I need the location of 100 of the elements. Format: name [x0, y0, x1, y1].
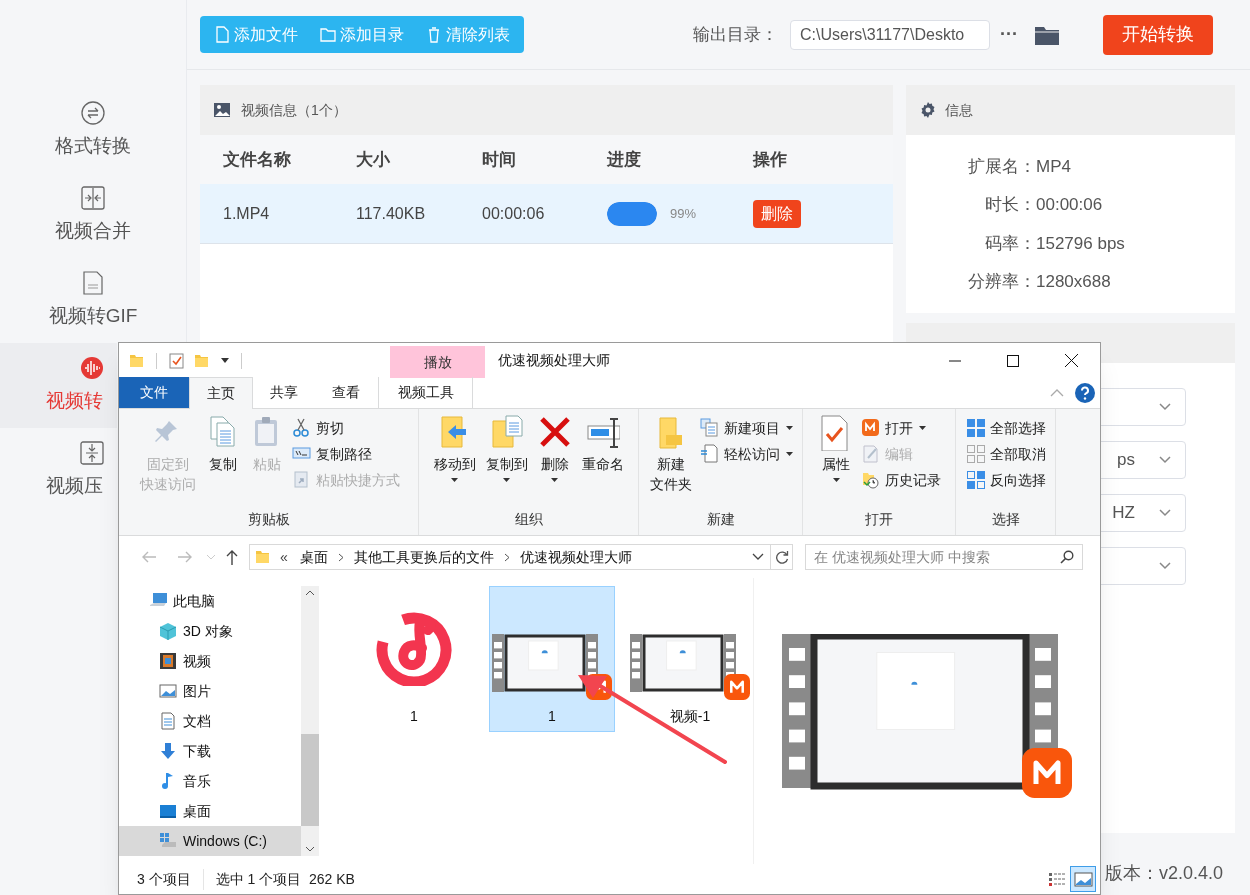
- field-value: MP4: [1036, 155, 1071, 178]
- desktop-icon: [159, 802, 177, 820]
- ribbon-button[interactable]: 复制到: [483, 415, 530, 482]
- ribbon-button[interactable]: 全部取消: [965, 443, 1046, 465]
- scrollbar[interactable]: [301, 586, 319, 856]
- nav-item[interactable]: 音乐: [119, 766, 301, 796]
- back-arrow-icon: [141, 550, 157, 564]
- ribbon-tab[interactable]: 视频工具: [378, 377, 473, 408]
- ribbon-button[interactable]: 剪切: [291, 417, 400, 439]
- ribbon-tab[interactable]: 共享: [253, 377, 315, 408]
- ribbon-button[interactable]: 重命名: [579, 415, 626, 474]
- compress-icon: [79, 440, 105, 467]
- output-dir-label: 输出目录：: [693, 23, 778, 46]
- sidebar-item[interactable]: 视频压: [0, 428, 117, 513]
- ribbon-button[interactable]: 复制: [203, 415, 242, 474]
- search-field[interactable]: 在 优速视频处理大师 中搜索: [805, 544, 1083, 570]
- folder-icon: [320, 26, 336, 43]
- chevron-down-icon: [1159, 403, 1171, 411]
- rename-icon: [585, 415, 620, 451]
- panel-title: 信息: [945, 100, 973, 120]
- refresh-button[interactable]: [771, 544, 793, 570]
- gif-file-icon: [80, 270, 106, 297]
- field-value: 152796 bps: [1036, 232, 1125, 255]
- merge-icon: [80, 185, 106, 212]
- ribbon-button[interactable]: 新建 文件夹: [648, 415, 694, 494]
- ribbon-button[interactable]: 打开: [861, 417, 941, 439]
- ribbon-tab[interactable]: 查看: [315, 377, 377, 408]
- document-icon: [159, 712, 177, 730]
- ribbon-tab[interactable]: 文件: [119, 377, 189, 408]
- file-item[interactable]: 1: [351, 586, 477, 732]
- file-icon: [214, 26, 230, 43]
- ribbon-button[interactable]: 新建项目: [700, 417, 793, 439]
- minimize-icon: [949, 359, 961, 362]
- details-view-icon: [1047, 870, 1067, 888]
- trash-icon: [426, 26, 442, 43]
- nav-item[interactable]: 此电脑: [119, 586, 301, 616]
- file-item[interactable]: 1: [489, 586, 615, 732]
- table-cell-text: 1.MP4: [223, 203, 271, 224]
- chevron-right-icon: [503, 552, 510, 562]
- output-dir-field[interactable]: C:\Users\31177\Deskto: [790, 19, 990, 50]
- nav-item[interactable]: 桌面: [119, 796, 301, 826]
- overflow-chevron: «: [280, 547, 288, 567]
- invert-selection-icon: [965, 470, 986, 490]
- nav-item[interactable]: 视频: [119, 646, 301, 676]
- ribbon-group-label: 新建: [705, 510, 736, 529]
- breadcrumb[interactable]: 桌面: [299, 546, 328, 568]
- start-convert-button[interactable]: 开始转换: [1103, 14, 1213, 55]
- address-bar[interactable]: « 桌面 其他工具更换后的文件 优速视频处理大师: [249, 544, 771, 570]
- breadcrumb[interactable]: 其他工具更换后的文件: [353, 546, 494, 568]
- chevron-down-icon: [1159, 456, 1171, 464]
- sidebar-item[interactable]: 视频合并: [0, 173, 186, 258]
- column-header: 文件名称: [223, 148, 292, 171]
- document-icon: [700, 444, 720, 464]
- ribbon-group-label: 打开: [864, 510, 894, 529]
- nav-item[interactable]: 下载: [119, 736, 301, 766]
- search-icon: [1060, 550, 1074, 564]
- film-icon: [159, 652, 177, 670]
- ribbon-tab[interactable]: 主页: [189, 377, 253, 409]
- gear-icon: [919, 101, 937, 119]
- drive-icon: [159, 832, 177, 850]
- copy-folder-icon: [489, 415, 524, 451]
- close-icon: [1064, 354, 1078, 367]
- more-button[interactable]: ···: [1000, 21, 1018, 48]
- folder-icon: [129, 352, 144, 369]
- ribbon-group-label: 选择: [990, 510, 1021, 529]
- chevron-down-icon: [206, 554, 216, 560]
- ribbon-button[interactable]: 反向选择: [965, 469, 1046, 491]
- ribbon-button[interactable]: 移动到: [431, 415, 478, 482]
- sidebar-item[interactable]: 视频转: [0, 343, 117, 428]
- folder-icon: [255, 549, 270, 565]
- nav-item[interactable]: 图片: [119, 676, 301, 706]
- refresh-icon: [774, 550, 789, 564]
- ribbon-button[interactable]: 属性: [817, 415, 855, 482]
- sidebar-item[interactable]: 格式转换: [0, 88, 186, 173]
- delete-button[interactable]: 删除: [753, 199, 801, 228]
- ribbon-button[interactable]: 全部选择: [965, 417, 1046, 439]
- field-label: 时长：: [984, 194, 1036, 216]
- panel-title: 视频信息（1个）: [241, 100, 347, 120]
- app-logo-icon: [861, 418, 881, 438]
- caret-icon: [786, 452, 793, 456]
- file-item[interactable]: 视频-1: [627, 586, 753, 732]
- ribbon-button[interactable]: 删除: [535, 415, 574, 482]
- table-row[interactable]: 1.MP4 117.40KB 00:00:06 99% 删除: [200, 184, 893, 244]
- nav-item[interactable]: Windows (C:): [119, 826, 301, 856]
- ribbon-button[interactable]: 复制路径: [291, 443, 400, 465]
- breadcrumb[interactable]: 优速视频处理大师: [519, 546, 632, 568]
- image-icon: [213, 102, 231, 118]
- view-toggle[interactable]: [1070, 866, 1096, 892]
- download-arrow-icon: [159, 742, 177, 760]
- edit-icon: [861, 444, 881, 464]
- checkbox-icon: [169, 352, 184, 369]
- select-none-icon: [965, 444, 986, 464]
- table-cell-text: 117.40KB: [356, 203, 427, 224]
- nav-item[interactable]: 文档: [119, 706, 301, 736]
- ribbon-button[interactable]: 历史记录: [861, 469, 941, 491]
- nav-item[interactable]: 3D 对象: [119, 616, 301, 646]
- caret-icon: [786, 426, 793, 430]
- ribbon-button[interactable]: 轻松访问: [700, 443, 793, 465]
- window-title: 优速视频处理大师: [498, 351, 610, 370]
- sidebar-item[interactable]: 视频转GIF: [0, 258, 186, 343]
